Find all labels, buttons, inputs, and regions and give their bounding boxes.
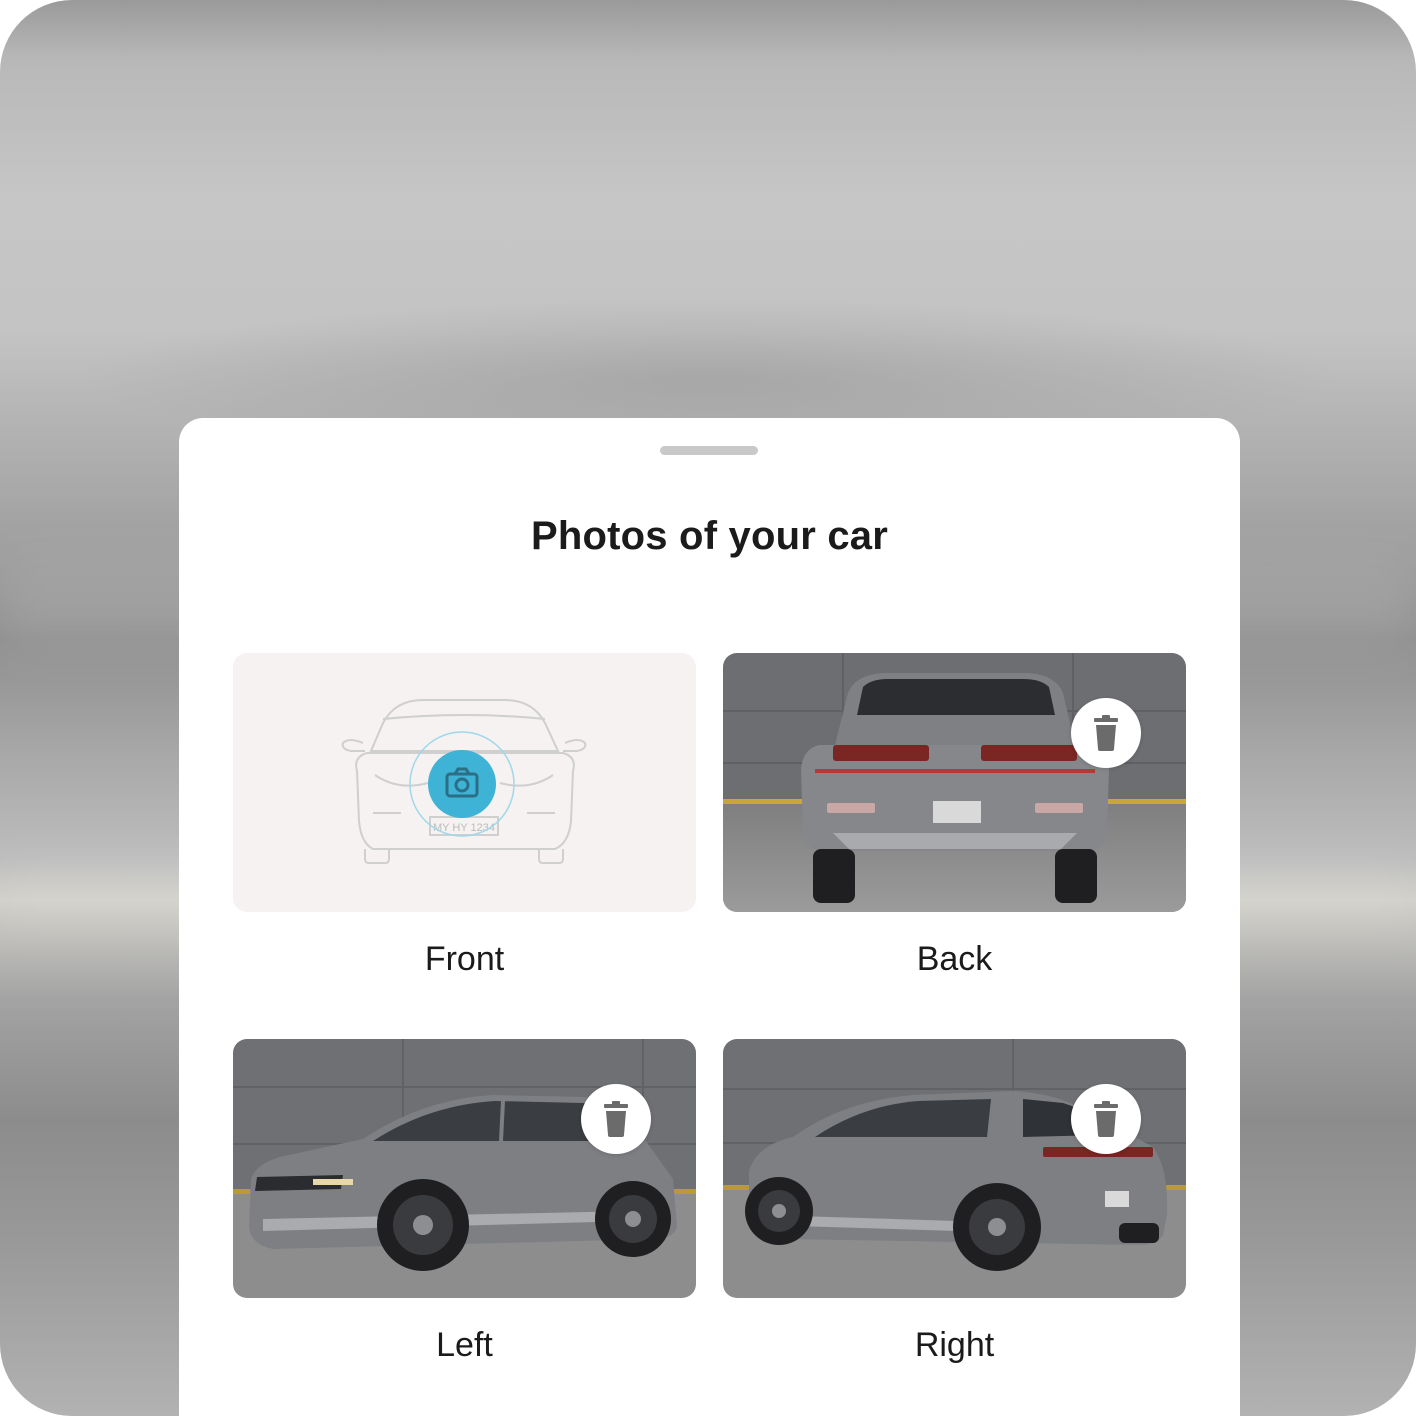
- photo-slot-back[interactable]: [723, 653, 1186, 912]
- car-back-photo: [723, 653, 1186, 912]
- photo-slot-left[interactable]: [233, 1039, 696, 1298]
- bottom-sheet: Photos of your car MY HY 1234 Front Back…: [179, 418, 1240, 1416]
- car-left-photo: [233, 1039, 696, 1298]
- photo-slot-front[interactable]: MY HY 1234: [233, 653, 696, 912]
- delete-right-photo-button[interactable]: [1071, 1084, 1141, 1154]
- car-right-photo: [723, 1039, 1186, 1298]
- trash-icon: [604, 1101, 628, 1137]
- sheet-drag-handle[interactable]: [660, 446, 758, 455]
- caption-back: Back: [916, 940, 993, 978]
- caption-right: Right: [914, 1326, 995, 1364]
- trash-icon: [1094, 1101, 1118, 1137]
- trash-icon: [1094, 715, 1118, 751]
- photo-slot-right[interactable]: [723, 1039, 1186, 1298]
- screen-frame: Photos of your car MY HY 1234 Front Back…: [0, 0, 1416, 1416]
- delete-back-photo-button[interactable]: [1071, 698, 1141, 768]
- caption-front: Front: [424, 940, 505, 978]
- car-front-outline: MY HY 1234: [341, 699, 587, 864]
- caption-left: Left: [436, 1326, 493, 1364]
- camera-button[interactable]: [428, 750, 496, 818]
- delete-left-photo-button[interactable]: [581, 1084, 651, 1154]
- sheet-title: Photos of your car: [531, 514, 888, 558]
